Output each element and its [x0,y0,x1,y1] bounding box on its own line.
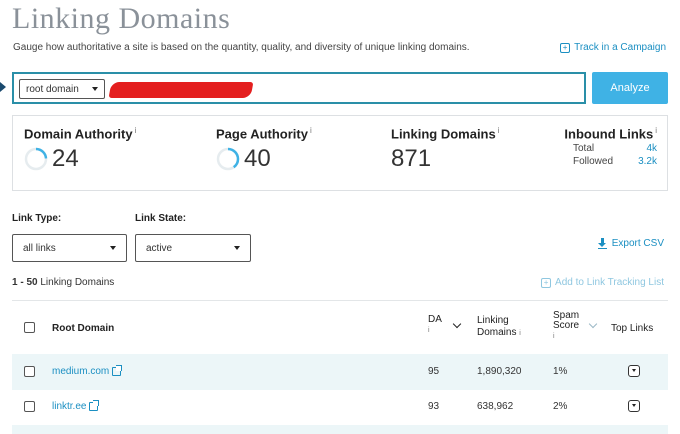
column-top-links: Top Links [611,323,654,334]
caret-down-icon [234,246,240,250]
link-state-value: active [146,242,173,254]
track-in-campaign-link[interactable]: + Track in a Campaign [560,42,666,53]
expand-top-links-button[interactable] [628,365,640,377]
info-icon[interactable]: i [428,327,430,334]
link-type-select[interactable]: all links [12,234,127,262]
domain-authority-ring-icon [24,148,48,171]
scope-select[interactable]: root domain [19,79,105,99]
next-row-partial [12,425,668,434]
sort-chevron-icon[interactable] [452,319,462,329]
link-type-value: all links [23,242,56,254]
info-icon[interactable]: i [519,330,521,337]
external-link-icon[interactable] [89,400,100,411]
metrics-panel: Domain Authority i 24 Page Authority i 40 … [12,115,668,191]
redacted-url-input[interactable] [108,82,254,98]
linking-domains-value: 1,890,320 [477,366,522,377]
column-linking-domains-line1: Linking [477,315,509,326]
root-domain-text: linktr.ee [52,401,87,412]
column-spam-score[interactable]: Spam Score i [553,311,579,342]
linking-domains-metric: Linking Domains i 871 [391,126,500,173]
linking-domains-value: 638,962 [477,401,514,412]
spam-score-value: 2% [553,401,568,412]
results-range-suffix: Linking Domains [37,277,115,288]
linking-domains-label: Linking Domains [391,126,496,142]
inbound-total-value[interactable]: 4k [646,143,657,154]
spam-score-value: 1% [553,366,568,377]
inbound-followed-value[interactable]: 3.2k [638,156,657,167]
results-range: 1 - 50 Linking Domains [12,277,114,288]
export-csv-label: Export CSV [611,238,664,249]
caret-down-icon [110,246,116,250]
expand-top-links-button[interactable] [628,400,640,412]
page-title: Linking Domains [12,2,231,35]
linking-domains-value: 871 [391,145,432,173]
search-bar[interactable]: root domain [12,72,586,104]
export-csv-button[interactable]: Export CSV [597,238,664,249]
page-authority-value: 40 [244,145,271,173]
row-checkbox[interactable] [24,401,35,412]
info-icon[interactable]: i [135,126,137,135]
column-root-domain[interactable]: Root Domain [52,323,114,334]
info-icon[interactable]: i [553,333,555,340]
table-row: medium.com 95 1,890,320 1% [12,354,668,390]
table-header: Root Domain DA i Linking Domains i Spam Sco… [12,300,668,353]
analyze-button[interactable]: Analyze [592,72,668,104]
caret-down-icon [92,87,98,91]
add-to-tracking-list-button[interactable]: + Add to Link Tracking List [541,277,664,288]
column-linking-domains-line2: Domains [477,327,517,338]
page-authority-ring-icon [216,148,240,171]
plus-box-icon: + [560,42,571,53]
domain-authority-metric: Domain Authority i 24 [24,126,136,173]
add-to-tracking-list-label: Add to Link Tracking List [555,277,664,288]
sort-chevron-icon[interactable] [588,319,598,329]
select-all-checkbox[interactable] [24,322,35,333]
inbound-links-label: Inbound Links [564,126,654,142]
column-da-label: DA [428,314,442,325]
external-link-icon[interactable] [112,365,123,376]
inbound-total-label: Total [573,143,595,155]
page-subtitle: Gauge how authoritative a site is based … [13,42,470,53]
scope-select-value: root domain [26,83,79,95]
column-da[interactable]: DA i [428,315,442,336]
row-checkbox[interactable] [24,366,35,377]
domain-authority-value: 24 [52,145,79,173]
column-linking-domains[interactable]: Linking Domains i [477,315,521,340]
download-icon [597,238,607,249]
pointer-arrow-icon [0,82,6,92]
link-type-label: Link Type: [12,213,62,224]
page-authority-label: Page Authority [216,126,308,142]
table-row: linktr.ee 93 638,962 2% [12,389,668,425]
inbound-links-metric: Inbound Links i Total 4k Followed 3.2k [564,126,657,167]
page-authority-metric: Page Authority i 40 [216,126,312,173]
results-range-count: 1 - 50 [12,277,38,288]
track-in-campaign-label: Track in a Campaign [574,42,666,53]
da-value: 95 [428,366,440,377]
root-domain-text: medium.com [52,366,110,377]
info-icon[interactable]: i [498,126,500,135]
info-icon[interactable]: i [655,126,657,135]
column-spam-score-line2: Score [553,320,580,331]
link-state-select[interactable]: active [135,234,251,262]
root-domain-link[interactable]: medium.com [52,365,123,377]
info-icon[interactable]: i [310,126,312,135]
root-domain-link[interactable]: linktr.ee [52,400,100,412]
domain-authority-label: Domain Authority [24,126,133,142]
plus-box-icon: + [541,277,552,288]
da-value: 93 [428,401,440,412]
inbound-followed-label: Followed [573,156,614,168]
link-state-label: Link State: [135,213,187,224]
